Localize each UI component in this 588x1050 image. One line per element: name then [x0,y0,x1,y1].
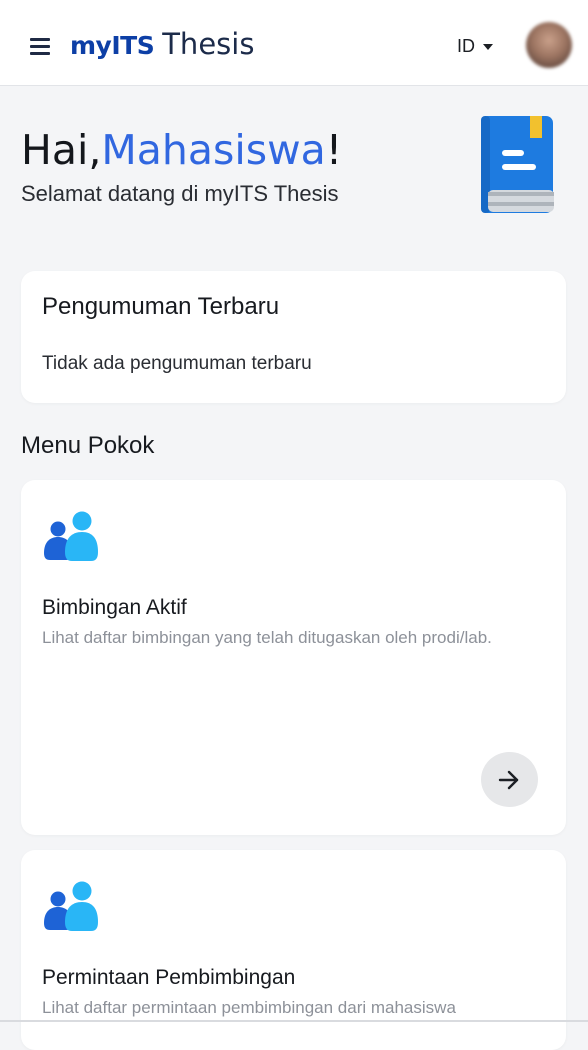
menu-card-bimbingan-aktif[interactable]: Bimbingan Aktif Lihat daftar bimbingan y… [21,480,566,835]
greeting-heading: Hai,Mahasiswa! [21,126,342,174]
user-avatar[interactable] [526,22,572,68]
caret-down-icon [483,44,493,51]
menu-section-title: Menu Pokok [21,432,155,459]
announcement-title: Pengumuman Terbaru [42,293,280,320]
arrow-right-icon [498,770,519,790]
menu-item-description: Lihat daftar permintaan pembimbingan dar… [42,998,456,1017]
greeting-name: Mahasiswa [101,126,326,174]
greeting-exclaim: ! [325,126,343,174]
menu-item-title: Bimbingan Aktif [42,596,187,619]
hamburger-menu-icon[interactable] [30,38,52,56]
top-app-bar: myITS Thesis ID [0,0,588,86]
announcement-empty-text: Tidak ada pengumuman terbaru [42,353,312,374]
language-selector[interactable]: ID [457,36,493,57]
announcement-card: Pengumuman Terbaru Tidak ada pengumuman … [21,271,566,403]
greeting-hai: Hai, [21,126,102,174]
open-bimbingan-button[interactable] [481,752,538,807]
bottom-divider [0,1020,588,1022]
people-icon [44,881,98,931]
logo-thesis: Thesis [162,27,255,61]
menu-item-description: Lihat daftar bimbingan yang telah dituga… [42,628,492,647]
menu-item-title: Permintaan Pembimbingan [42,966,296,989]
language-label: ID [457,36,475,56]
people-icon [44,511,98,561]
app-logo[interactable]: myITS Thesis [70,27,254,67]
welcome-text: Selamat datang di myITS Thesis [21,181,339,206]
logo-myits: myITS [70,31,155,60]
book-icon [481,116,554,213]
